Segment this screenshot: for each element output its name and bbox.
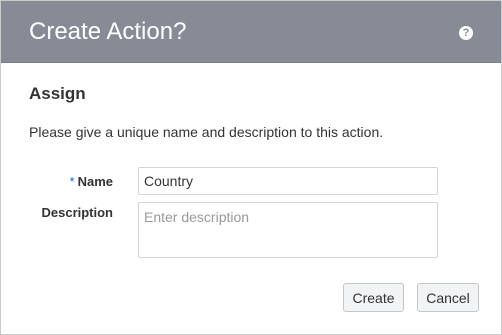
section-title: Assign [29,84,86,103]
dialog-title: Create Action? [29,18,187,45]
create-button[interactable]: Create [343,283,404,312]
description-label: Description [41,205,113,220]
name-label: * Name [41,174,113,190]
description-textarea[interactable] [138,202,438,258]
name-input[interactable] [138,167,438,195]
help-icon[interactable]: ? [459,26,473,40]
required-marker: * [69,174,75,189]
dialog-titlebar: Create Action? ? [1,1,501,63]
name-label-text: Name [77,174,113,189]
create-action-dialog: Create Action? ? Assign Please give a un… [0,0,502,335]
instructions-text: Please give a unique name and descriptio… [29,124,384,140]
cancel-button[interactable]: Cancel [417,283,479,312]
